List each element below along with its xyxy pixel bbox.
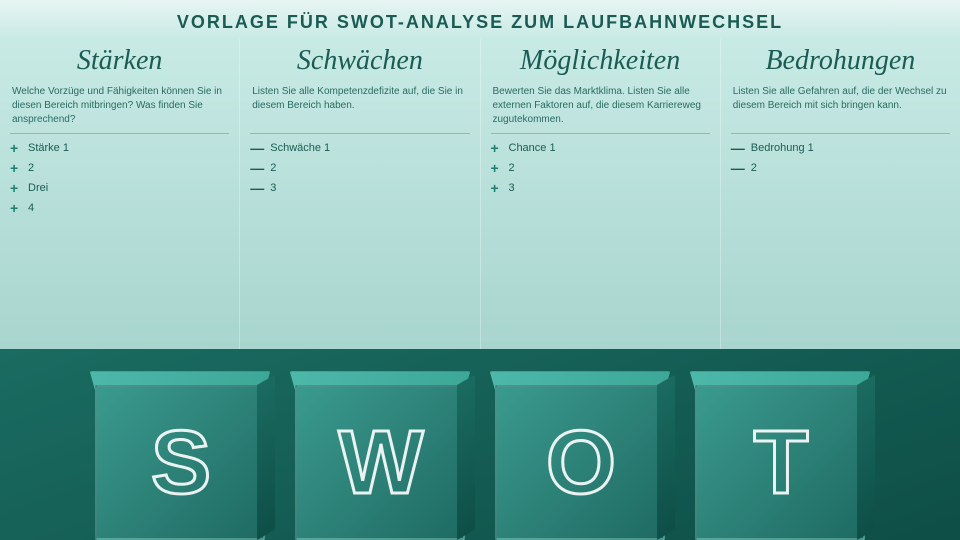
item-symbol: +	[10, 200, 22, 216]
cube-letter: O	[546, 418, 614, 508]
item-text: Chance 1	[509, 142, 556, 154]
column-header-moeglichkeiten: Möglichkeiten	[491, 39, 710, 81]
item-text: Bedrohung 1	[751, 142, 814, 154]
cube-front-face: W	[295, 385, 465, 540]
cube-t: T	[685, 365, 875, 540]
cube-right-face	[257, 375, 275, 540]
list-item: +2	[10, 158, 229, 178]
column-header-schwaechen: Schwächen	[250, 39, 469, 81]
page-title: VORLAGE FÜR SWOT-ANALYSE ZUM LAUFBAHNWEC…	[0, 0, 960, 39]
cube-wrapper-t: T	[680, 365, 880, 540]
item-symbol: —	[250, 140, 264, 156]
cube-front-face: S	[95, 385, 265, 540]
item-symbol: —	[731, 140, 745, 156]
cube-o: O	[485, 365, 675, 540]
item-text: Schwäche 1	[270, 142, 330, 154]
list-item: +4	[10, 198, 229, 218]
cube-letter: T	[754, 418, 807, 508]
cube-wrapper-s: S	[80, 365, 280, 540]
cube-right-face	[457, 375, 475, 540]
list-item: + Drei	[10, 178, 229, 198]
item-symbol: +	[491, 180, 503, 196]
column-moeglichkeiten: MöglichkeitenBewerten Sie das Marktklima…	[481, 39, 721, 349]
item-text: 2	[28, 162, 34, 174]
item-symbol: +	[491, 160, 503, 176]
cube-wrapper-w: W	[280, 365, 480, 540]
cube-front-face: T	[695, 385, 865, 540]
column-header-staerken: Stärken	[10, 39, 229, 81]
item-text: 3	[270, 182, 276, 194]
column-staerken: StärkenWelche Vorzüge und Fähigkeiten kö…	[0, 39, 240, 349]
cube-letter: W	[339, 418, 422, 508]
cube-w: W	[285, 365, 475, 540]
column-schwaechen: SchwächenListen Sie alle Kompetenzdefizi…	[240, 39, 480, 349]
list-item: + Chance 1	[491, 138, 710, 158]
cube-front-face: O	[495, 385, 665, 540]
item-text: 2	[509, 162, 515, 174]
list-item: — Schwäche 1	[250, 138, 469, 158]
item-symbol: —	[731, 160, 745, 176]
cube-right-face	[657, 375, 675, 540]
item-text: 2	[270, 162, 276, 174]
item-text: 4	[28, 202, 34, 214]
list-item: +2	[491, 158, 710, 178]
column-description-bedrohungen: Listen Sie alle Gefahren auf, die der We…	[731, 81, 950, 133]
list-item: —2	[250, 158, 469, 178]
item-symbol: —	[250, 160, 264, 176]
cube-s: S	[85, 365, 275, 540]
item-symbol: +	[10, 180, 22, 196]
column-bedrohungen: BedrohungenListen Sie alle Gefahren auf,…	[721, 39, 960, 349]
item-text: 2	[751, 162, 757, 174]
item-symbol: —	[250, 180, 264, 196]
cube-right-face	[857, 375, 875, 540]
list-item: + Stärke 1	[10, 138, 229, 158]
item-text: Stärke 1	[28, 142, 69, 154]
list-item: +3	[491, 178, 710, 198]
item-text: 3	[509, 182, 515, 194]
cube-letter: S	[151, 418, 209, 508]
column-description-staerken: Welche Vorzüge und Fähigkeiten können Si…	[10, 81, 229, 133]
column-description-moeglichkeiten: Bewerten Sie das Marktklima. Listen Sie …	[491, 81, 710, 133]
item-symbol: +	[10, 140, 22, 156]
list-item: — Bedrohung 1	[731, 138, 950, 158]
column-description-schwaechen: Listen Sie alle Kompetenzdefizite auf, d…	[250, 81, 469, 133]
item-text: Drei	[28, 182, 48, 194]
item-symbol: +	[10, 160, 22, 176]
cube-wrapper-o: O	[480, 365, 680, 540]
item-symbol: +	[491, 140, 503, 156]
cube-section: SWOT	[0, 310, 960, 540]
list-item: —3	[250, 178, 469, 198]
list-item: —2	[731, 158, 950, 178]
swot-grid: StärkenWelche Vorzüge und Fähigkeiten kö…	[0, 39, 960, 349]
column-header-bedrohungen: Bedrohungen	[731, 39, 950, 81]
main-container: VORLAGE FÜR SWOT-ANALYSE ZUM LAUFBAHNWEC…	[0, 0, 960, 540]
